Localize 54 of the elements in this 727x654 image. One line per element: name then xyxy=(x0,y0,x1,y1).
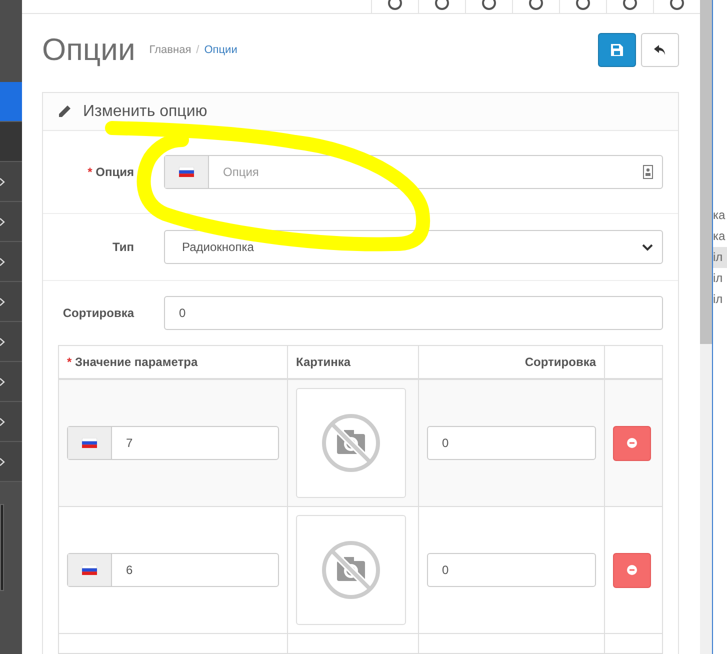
save-button[interactable] xyxy=(598,33,636,67)
minus-circle-icon xyxy=(627,565,637,575)
contact-card-icon xyxy=(643,165,653,179)
chevron-right-icon xyxy=(0,218,5,226)
flag-icon xyxy=(82,565,97,575)
remove-button[interactable] xyxy=(613,426,651,460)
chevron-right-icon xyxy=(0,298,5,306)
field-label: Тип xyxy=(112,240,134,254)
breadcrumb-link[interactable]: Главная xyxy=(149,44,192,56)
page-title: Опции xyxy=(42,32,136,68)
chevron-right-icon xyxy=(0,178,5,186)
image-thumbnail[interactable] xyxy=(296,388,406,498)
panel-title: Изменить опцию xyxy=(83,102,208,120)
flag-icon xyxy=(179,167,194,177)
scrollbar-thumb[interactable] xyxy=(700,0,712,344)
value-field[interactable]: 6 xyxy=(67,553,279,587)
no-photo-icon xyxy=(320,412,382,474)
sort-order-field[interactable]: 0 xyxy=(427,426,596,460)
field-label: Сортировка xyxy=(62,306,134,320)
list-item[interactable]: ка xyxy=(713,226,727,247)
chevron-down-icon xyxy=(642,244,653,250)
no-photo-icon xyxy=(320,539,382,601)
remove-button[interactable] xyxy=(613,552,651,588)
sidebar-item[interactable] xyxy=(0,242,22,282)
sort-order-field[interactable]: 0 xyxy=(164,296,663,330)
chevron-right-icon xyxy=(0,258,5,266)
sidebar-item[interactable] xyxy=(0,162,22,202)
field-label: * Опция xyxy=(88,165,134,179)
breadcrumb-link[interactable]: Опции xyxy=(204,44,238,56)
list-item[interactable]: іл xyxy=(713,268,727,289)
sidebar-item[interactable] xyxy=(0,82,22,122)
sidebar-item[interactable] xyxy=(0,282,22,322)
chevron-right-icon xyxy=(0,338,5,346)
sidebar-item[interactable] xyxy=(0,202,22,242)
image-thumbnail[interactable] xyxy=(296,515,406,625)
minus-circle-icon xyxy=(627,438,637,448)
chevron-right-icon xyxy=(0,458,5,466)
sidebar-item[interactable] xyxy=(0,402,22,442)
list-item[interactable]: іл xyxy=(713,247,727,268)
reply-arrow-icon xyxy=(654,44,666,56)
flag-icon xyxy=(82,438,97,448)
list-item[interactable]: іл xyxy=(713,289,727,310)
breadcrumb-separator: / xyxy=(196,44,200,56)
pencil-icon xyxy=(58,105,71,118)
sort-order-field[interactable]: 0 xyxy=(427,553,596,587)
chevron-right-icon xyxy=(0,418,5,426)
back-button[interactable] xyxy=(641,33,679,67)
sidebar-item[interactable] xyxy=(0,122,22,162)
value-field[interactable]: 7 xyxy=(67,426,279,460)
chevron-right-icon xyxy=(0,378,5,386)
sidebar-item[interactable] xyxy=(0,322,22,362)
list-item[interactable]: ка xyxy=(713,205,727,226)
sidebar-item[interactable] xyxy=(0,362,22,402)
sidebar-item[interactable] xyxy=(0,442,22,482)
